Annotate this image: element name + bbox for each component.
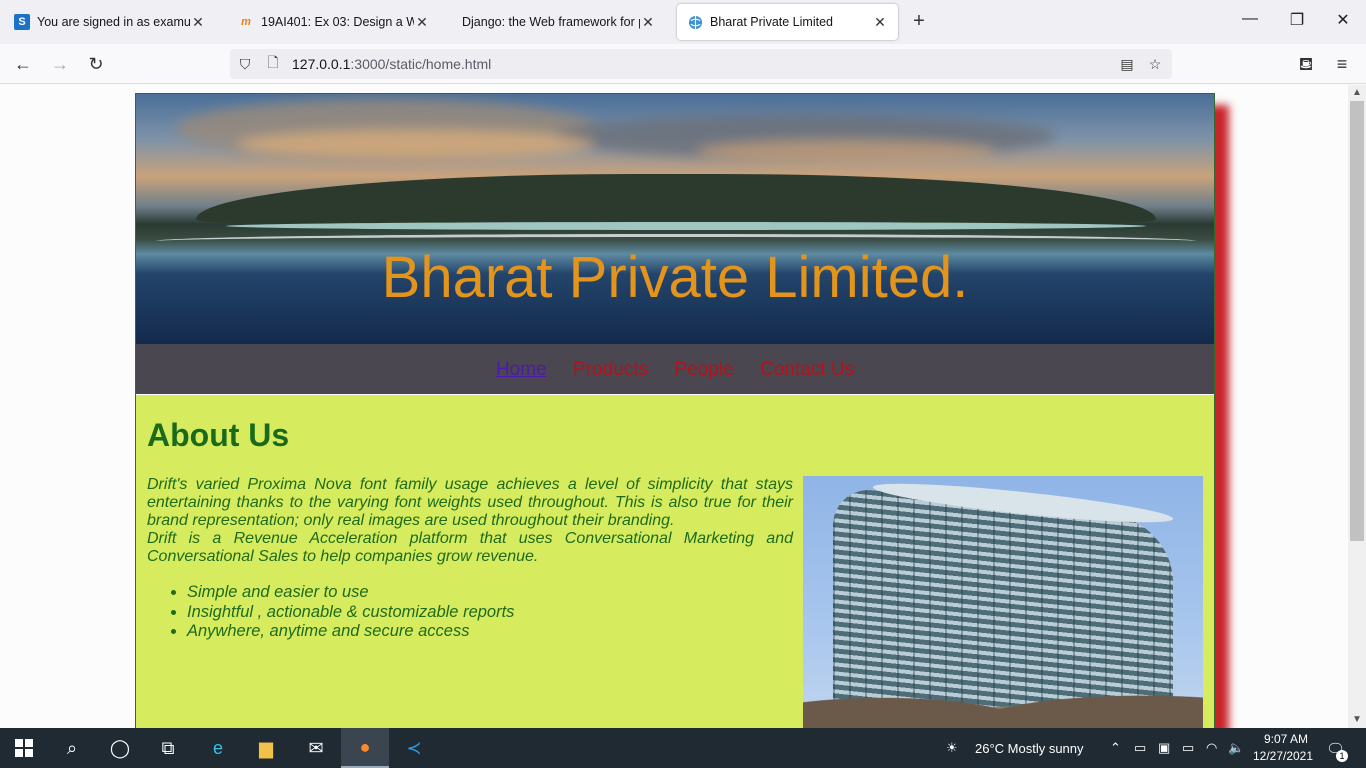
tab-moodle[interactable]: m 19AI401: Ex 03: Design a Websit ✕ xyxy=(228,4,440,40)
site-title: Bharat Private Limited. xyxy=(381,245,969,310)
close-tab-icon[interactable]: ✕ xyxy=(414,14,430,31)
weather-icon[interactable]: ☀ xyxy=(946,740,958,756)
pocket-icon[interactable]: ⛾ xyxy=(1293,52,1319,78)
globe-favicon-icon xyxy=(687,14,703,30)
navigation-toolbar: ← → ↻ ⛉ 🗋 127.0.0.1:3000/static/home.htm… xyxy=(0,44,1366,84)
tab-title: Bharat Private Limited xyxy=(710,15,833,29)
tab-title: You are signed in as examuser1 xyxy=(37,15,190,29)
reader-view-icon[interactable]: ▤ xyxy=(1116,56,1138,73)
firefox-icon[interactable]: ● xyxy=(341,728,389,768)
close-window-button[interactable]: ✕ xyxy=(1323,10,1363,30)
nav-products-link[interactable]: Products xyxy=(573,359,648,380)
scroll-thumb[interactable] xyxy=(1350,101,1364,541)
list-item: Simple and easier to use xyxy=(187,583,514,603)
site-container: Bharat Private Limited. Home Products Pe… xyxy=(135,93,1215,728)
volume-icon[interactable]: 🔈 xyxy=(1228,740,1244,756)
reload-button[interactable]: ↻ xyxy=(83,52,109,78)
page-scrollbar[interactable]: ▲ ▼ xyxy=(1348,85,1366,728)
display-icon[interactable]: ▣ xyxy=(1158,740,1170,756)
battery-icon[interactable]: ▭ xyxy=(1182,740,1194,756)
page-icon[interactable]: 🗋 xyxy=(262,52,284,76)
start-button[interactable] xyxy=(0,728,48,768)
forward-button[interactable]: → xyxy=(47,52,73,78)
page-viewport: Bharat Private Limited. Home Products Pe… xyxy=(0,85,1348,728)
about-paragraph-1: Drift's varied Proxima Nova font family … xyxy=(147,476,793,529)
url-path: :3000/static/home.html xyxy=(350,56,492,72)
s-favicon-icon: S xyxy=(14,14,30,30)
tab-signed-in[interactable]: S You are signed in as examuser1 ✕ xyxy=(4,4,216,40)
feature-list: Simple and easier to use Insightful , ac… xyxy=(187,583,514,642)
close-tab-icon[interactable]: ✕ xyxy=(190,14,206,31)
mail-icon[interactable]: ✉ xyxy=(292,728,340,768)
about-section: About Us Drift's varied Proxima Nova fon… xyxy=(136,395,1214,728)
new-tab-button[interactable]: + xyxy=(906,10,932,33)
close-tab-icon[interactable]: ✕ xyxy=(872,14,888,31)
url-host: 127.0.0.1 xyxy=(292,56,351,72)
tab-strip: S You are signed in as examuser1 ✕ m 19A… xyxy=(0,0,1366,44)
restore-button[interactable]: ❐ xyxy=(1277,10,1317,30)
search-icon[interactable]: ⌕ xyxy=(48,728,96,768)
minimize-button[interactable]: — xyxy=(1230,10,1270,28)
shield-icon[interactable]: ⛉ xyxy=(234,56,256,73)
about-text: Drift's varied Proxima Nova font family … xyxy=(147,476,793,566)
island-graphic xyxy=(196,174,1156,224)
list-item: Anywhere, anytime and secure access xyxy=(187,622,514,642)
nav-contact-link[interactable]: Contact Us xyxy=(760,359,854,380)
cortana-icon[interactable]: ◯ xyxy=(96,728,144,768)
scroll-up-icon[interactable]: ▲ xyxy=(1348,85,1366,101)
nav-home-link[interactable]: Home xyxy=(496,359,547,380)
url-bar[interactable]: ⛉ 🗋 127.0.0.1:3000/static/home.html ▤ ☆ xyxy=(230,49,1172,79)
file-explorer-icon[interactable]: ▆ xyxy=(242,728,290,768)
list-item: Insightful , actionable & customizable r… xyxy=(187,603,514,623)
tab-django[interactable]: Django: the Web framework for perf ✕ xyxy=(452,4,666,40)
hero-banner: Bharat Private Limited. xyxy=(136,94,1214,344)
back-button[interactable]: ← xyxy=(10,52,36,78)
notification-badge: 1 xyxy=(1336,750,1348,762)
tab-title: Django: the Web framework for perf xyxy=(462,15,640,29)
task-view-icon[interactable]: ⧉ xyxy=(144,728,192,768)
weather-text[interactable]: 26°C Mostly sunny xyxy=(975,741,1084,756)
office-building-image xyxy=(803,476,1203,728)
edge-icon[interactable]: e xyxy=(194,728,242,768)
clock-time[interactable]: 9:07 AM xyxy=(1254,732,1318,746)
close-tab-icon[interactable]: ✕ xyxy=(640,14,656,31)
tab-bharat[interactable]: Bharat Private Limited ✕ xyxy=(677,4,898,40)
wifi-icon[interactable]: ◠ xyxy=(1206,740,1217,756)
nav-people-link[interactable]: People xyxy=(674,359,733,380)
scroll-down-icon[interactable]: ▼ xyxy=(1348,712,1366,728)
chevron-up-icon[interactable]: ⌃ xyxy=(1110,740,1121,756)
meet-now-icon[interactable]: ▭ xyxy=(1134,740,1146,756)
about-paragraph-2: Drift is a Revenue Acceleration platform… xyxy=(147,530,793,565)
clock-date[interactable]: 12/27/2021 xyxy=(1250,749,1316,763)
vscode-icon[interactable]: ≺ xyxy=(390,728,438,768)
menu-icon[interactable]: ≡ xyxy=(1329,52,1355,78)
bookmark-star-icon[interactable]: ☆ xyxy=(1144,56,1166,73)
moodle-favicon-icon: m xyxy=(241,16,251,28)
site-nav: Home Products People Contact Us xyxy=(136,344,1214,394)
tab-title: 19AI401: Ex 03: Design a Websit xyxy=(261,15,414,29)
windows-taskbar: ⌕ ◯ ⧉ e ▆ ✉ ● ≺ ☀ 26°C Mostly sunny ⌃ ▭ … xyxy=(0,728,1366,768)
section-heading: About Us xyxy=(147,417,290,453)
